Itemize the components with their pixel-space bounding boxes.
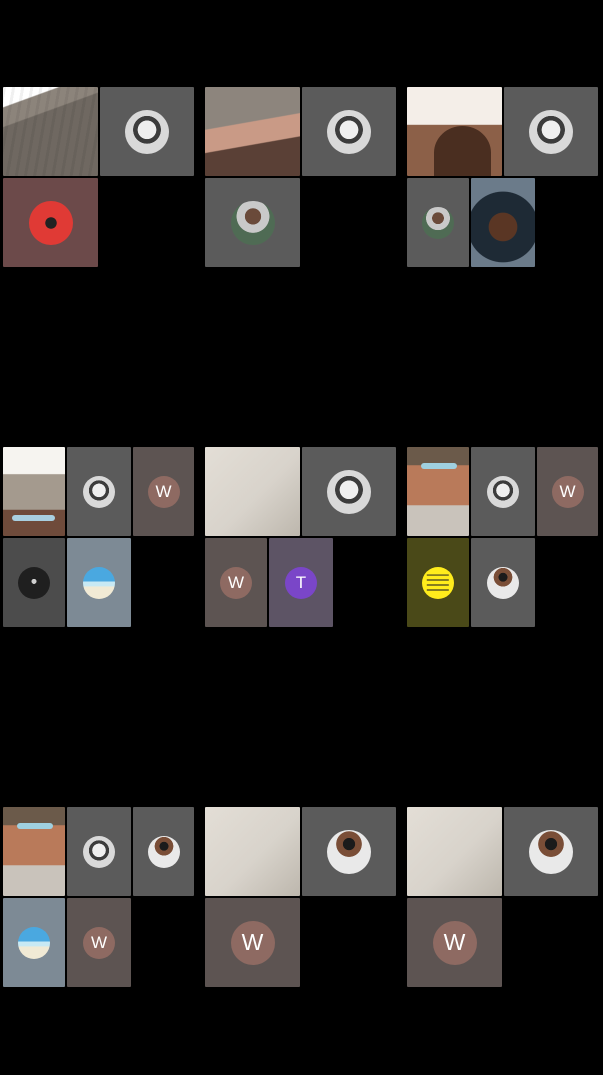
participant-avatar [83, 475, 115, 508]
participant-tile[interactable] [471, 447, 535, 536]
participant-tile[interactable]: W [133, 447, 194, 536]
participant-avatar [487, 566, 519, 599]
participant-avatar [28, 200, 73, 245]
participant-tile[interactable] [302, 447, 396, 536]
participant-initial: W [230, 920, 275, 965]
video-tile-camera-feed[interactable] [3, 447, 65, 536]
participant-avatar [125, 109, 169, 154]
participant-avatar [83, 835, 115, 868]
participant-tile[interactable]: W [537, 447, 598, 536]
video-tile-camera-feed[interactable] [3, 87, 98, 176]
participant-avatar [18, 566, 50, 599]
video-tile-camera-feed[interactable] [205, 87, 300, 176]
video-tile-camera-feed[interactable] [3, 807, 65, 896]
video-tile-camera-feed[interactable] [471, 178, 535, 267]
participant-tile[interactable] [100, 87, 194, 176]
participant-tile[interactable]: W [407, 898, 502, 987]
participant-tile[interactable] [3, 898, 65, 987]
video-tile-camera-feed[interactable] [205, 807, 300, 896]
participant-tile[interactable] [67, 538, 131, 627]
participant-tile[interactable] [3, 538, 65, 627]
participant-initial: W [147, 475, 180, 508]
participant-avatar [422, 566, 454, 599]
video-tile-camera-feed[interactable] [407, 87, 502, 176]
video-tile-camera-feed[interactable] [407, 807, 502, 896]
participant-initial: T [285, 566, 317, 599]
participant-tile[interactable] [471, 538, 535, 627]
video-tile-camera-feed[interactable] [407, 447, 469, 536]
participant-initial: W [220, 566, 252, 599]
participant-avatar [327, 469, 371, 514]
participant-initial: W [551, 475, 584, 508]
participant-tile[interactable]: W [205, 538, 267, 627]
participant-tile[interactable] [302, 87, 396, 176]
participant-tile[interactable] [3, 178, 98, 267]
participant-avatar [327, 829, 371, 874]
participant-avatar [147, 835, 180, 868]
participant-tile[interactable]: W [205, 898, 300, 987]
participant-avatar [529, 109, 573, 154]
participant-tile[interactable] [205, 178, 300, 267]
participant-avatar [422, 206, 454, 239]
participant-tile[interactable] [407, 178, 469, 267]
participant-tile[interactable] [407, 538, 469, 627]
participant-avatar [83, 566, 115, 599]
participant-avatar [487, 475, 519, 508]
participant-tile[interactable] [133, 807, 194, 896]
participant-tile[interactable] [504, 87, 598, 176]
participant-initial: W [83, 926, 115, 959]
video-tile-camera-feed[interactable] [205, 447, 300, 536]
participant-tile[interactable]: T [269, 538, 333, 627]
participant-initial: W [432, 920, 477, 965]
participant-tile[interactable] [504, 807, 598, 896]
participant-tile[interactable]: W [67, 898, 131, 987]
participant-tile[interactable] [67, 807, 131, 896]
video-call-grid-screen: W W T W W W W [0, 0, 603, 1075]
participant-avatar [529, 829, 573, 874]
participant-avatar [327, 109, 371, 154]
participant-tile[interactable] [67, 447, 131, 536]
participant-avatar [18, 926, 50, 959]
participant-avatar [230, 200, 275, 245]
participant-tile[interactable] [302, 807, 396, 896]
